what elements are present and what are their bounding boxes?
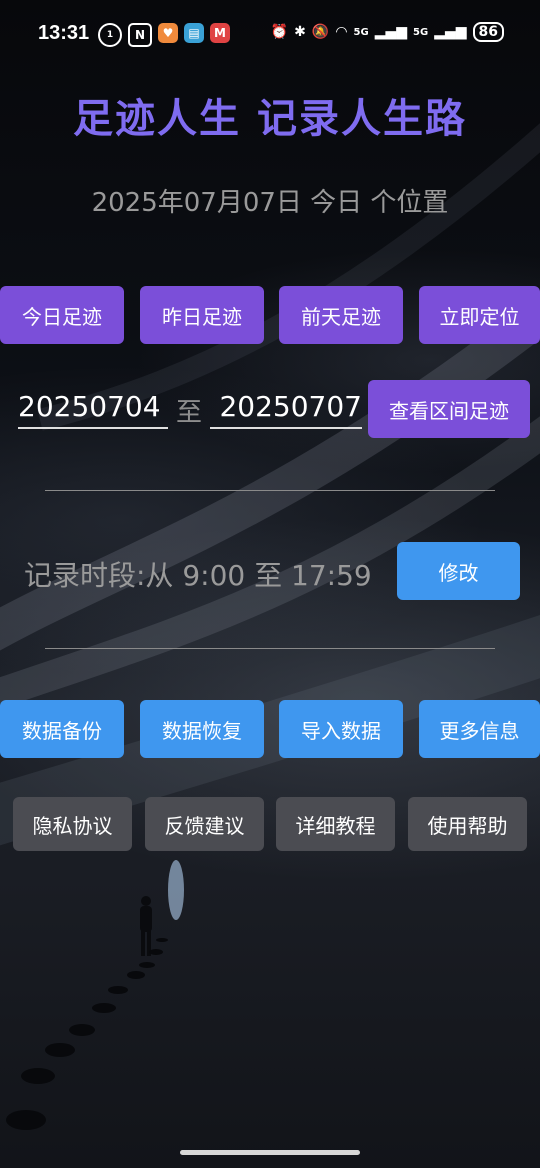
tutorial-button[interactable]: 详细教程 [276, 797, 395, 851]
glowing-light-icon [168, 860, 184, 920]
import-data-button[interactable]: 导入数据 [279, 700, 403, 758]
data-backup-button[interactable]: 数据备份 [0, 700, 124, 758]
privacy-policy-button[interactable]: 隐私协议 [13, 797, 132, 851]
divider-bottom [45, 648, 495, 649]
alarm-icon: ⏰ [270, 24, 289, 40]
signal-icon-2: ▂▄▆ [434, 24, 467, 40]
today-track-button[interactable]: 今日足迹 [0, 286, 124, 344]
range-to-label: 至 [176, 398, 203, 428]
metro-app-icon: M [210, 23, 230, 43]
signal-icon: ▂▄▆ [374, 24, 408, 40]
battery-indicator: 86 [472, 22, 504, 42]
day-before-track-button[interactable]: 前天足迹 [279, 286, 403, 344]
date-summary: 2025年07月07日 今日 个位置 [91, 188, 449, 218]
data-restore-button[interactable]: 数据恢复 [140, 700, 264, 758]
more-info-button[interactable]: 更多信息 [419, 700, 540, 758]
hd-call-icon: 1 [98, 23, 122, 47]
signal-5g-1: 5G [353, 26, 369, 38]
system-icons: ⏰ ✱ 🔕 ◠ 5G ▂▄▆ 5G ▂▄▆ 86 [271, 22, 504, 42]
view-range-track-button[interactable]: 查看区间足迹 [368, 380, 530, 438]
record-period-text: 记录时段:从 9:00 至 17:59 [24, 559, 372, 592]
feedback-button[interactable]: 反馈建议 [145, 797, 264, 851]
yesterday-track-button[interactable]: 昨日足迹 [140, 286, 264, 344]
divider-top [45, 490, 495, 491]
notification-icons: 1 N ♥ ▤ M [98, 23, 230, 47]
app-notification-icon: ♥ [158, 23, 178, 43]
home-indicator[interactable] [180, 1150, 360, 1155]
footprints-icon [6, 938, 168, 1130]
walking-person-icon [140, 896, 152, 956]
edit-period-button[interactable]: 修改 [397, 542, 520, 600]
wifi-icon: ◠ [335, 24, 348, 40]
app-title: 足迹人生 记录人生路 [73, 96, 467, 142]
locate-now-button[interactable]: 立即定位 [419, 286, 540, 344]
start-date-field[interactable]: 20250704 [18, 390, 168, 429]
status-bar: 13:31 1 N ♥ ▤ M ⏰ ✱ 🔕 ◠ 5G ▂▄▆ 5G ▂▄▆ 86 [0, 0, 540, 70]
nfc-icon: N [128, 23, 152, 47]
bluetooth-icon: ✱ [294, 24, 306, 40]
status-time: 13:31 [38, 22, 90, 44]
book-app-icon: ▤ [184, 23, 204, 43]
signal-5g-2: 5G [413, 26, 429, 38]
help-button[interactable]: 使用帮助 [408, 797, 527, 851]
mute-icon: 🔕 [311, 24, 330, 40]
end-date-field[interactable]: 20250707 [210, 390, 362, 429]
